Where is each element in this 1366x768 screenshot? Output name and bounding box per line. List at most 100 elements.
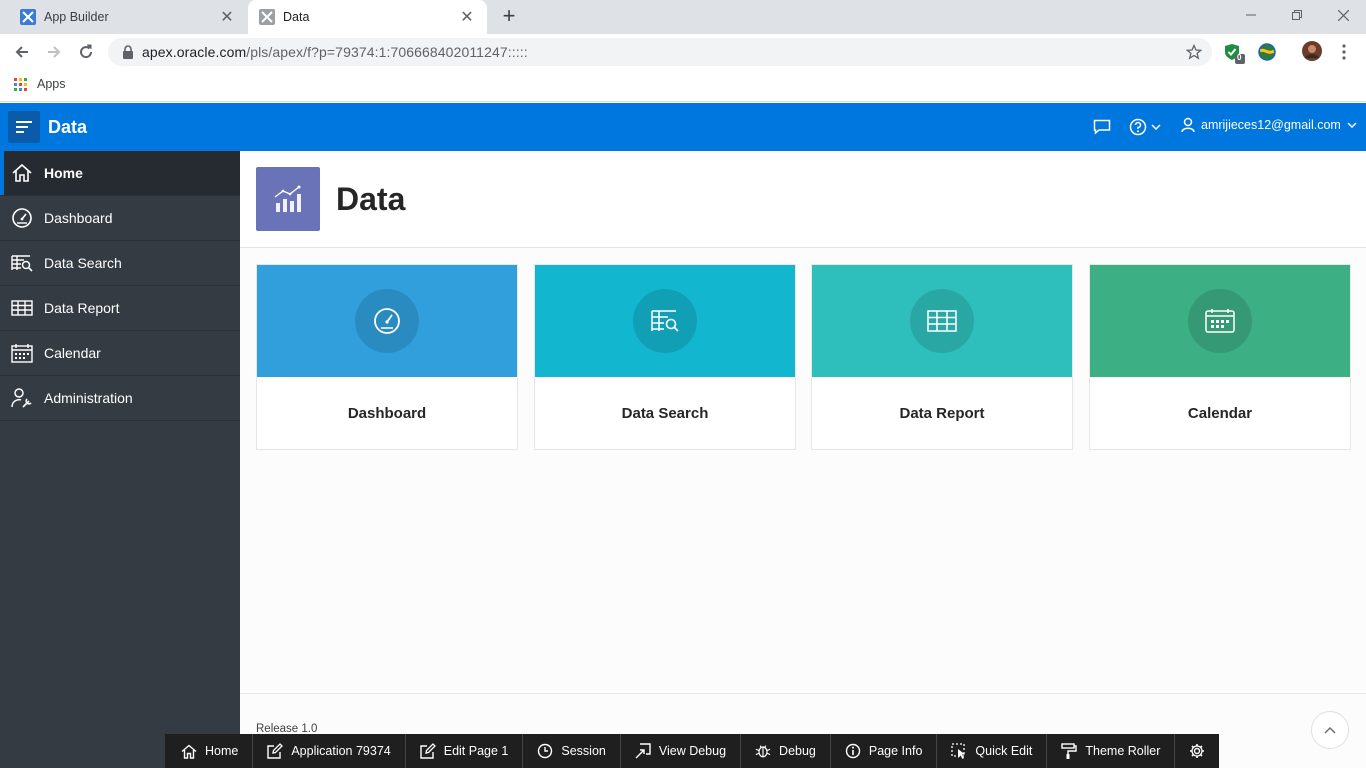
tab-data[interactable]: Data ✕ — [248, 0, 487, 34]
dev-edit-page-button[interactable]: Edit Page 1 — [406, 734, 524, 768]
extension-badge: 0 — [1237, 53, 1242, 62]
card-banner — [535, 265, 795, 377]
scroll-to-top-button[interactable] — [1311, 711, 1349, 749]
main-content: Data Dashboard Data Search Data Report C… — [240, 151, 1366, 768]
clock-icon — [537, 743, 553, 759]
user-icon — [1181, 117, 1195, 133]
hamburger-icon — [16, 121, 32, 133]
new-tab-button[interactable]: + — [498, 5, 520, 27]
dev-view-debug-button[interactable]: View Debug — [621, 734, 742, 768]
card-data-report[interactable]: Data Report — [811, 264, 1073, 450]
card-banner — [812, 265, 1072, 377]
home-icon — [181, 743, 197, 759]
app-name[interactable]: Data — [48, 117, 87, 138]
tab-title: Data — [283, 10, 310, 24]
table-search-icon — [633, 289, 697, 353]
card-banner — [1090, 265, 1350, 377]
forward-icon[interactable] — [40, 38, 68, 66]
apps-label: Apps — [37, 77, 66, 91]
gear-icon — [1189, 743, 1205, 759]
user-menu-button[interactable]: amrijieces12@gmail.com — [1181, 117, 1357, 133]
home-icon — [11, 162, 33, 184]
chevron-down-icon — [1347, 122, 1357, 128]
card-dashboard[interactable]: Dashboard — [256, 264, 518, 450]
globe-extension-icon[interactable] — [1258, 43, 1278, 63]
paint-roller-icon — [1061, 743, 1078, 759]
dev-theme-roller-button[interactable]: Theme Roller — [1047, 734, 1176, 768]
sidebar-item-label: Data Report — [44, 300, 120, 316]
sidebar-item-administration[interactable]: Administration — [0, 376, 240, 421]
bookmark-star-icon[interactable] — [1185, 43, 1203, 63]
sidebar-item-label: Calendar — [44, 345, 101, 361]
info-icon — [845, 743, 861, 759]
cursor-select-icon — [951, 743, 967, 759]
edit-icon — [267, 743, 284, 759]
card-label: Data Search — [621, 405, 709, 422]
dev-button-label: Application 79374 — [291, 744, 391, 758]
help-icon — [1129, 118, 1147, 136]
dev-button-label: Edit Page 1 — [443, 744, 509, 758]
feedback-icon[interactable] — [1093, 117, 1111, 137]
shield-extension-icon[interactable]: 0 — [1224, 43, 1245, 64]
sidebar-item-label: Data Search — [44, 255, 122, 271]
dev-button-label: Page Info — [868, 744, 923, 758]
hero-region: Data — [240, 151, 1366, 248]
sidebar-item-home[interactable]: Home — [0, 151, 240, 196]
user-email: amrijieces12@gmail.com — [1201, 118, 1341, 132]
card-label: Data Report — [899, 405, 985, 422]
url-text: apex.oracle.com/pls/apex/f?p=79374:1:706… — [142, 44, 528, 60]
reload-icon[interactable] — [72, 38, 100, 66]
back-icon[interactable] — [8, 38, 36, 66]
sidebar-nav: Home Dashboard Data Search Data Report C… — [0, 151, 240, 768]
app-header: Data amrijieces12@gmail.com — [0, 103, 1366, 151]
minimize-window-icon[interactable] — [1228, 0, 1274, 30]
app-builder-favicon-icon — [20, 9, 36, 25]
user-wrench-icon — [11, 387, 33, 409]
sidebar-item-data-report[interactable]: Data Report — [0, 286, 240, 331]
dev-quick-edit-button[interactable]: Quick Edit — [937, 734, 1048, 768]
table-icon — [910, 289, 974, 353]
sidebar-item-data-search[interactable]: Data Search — [0, 241, 240, 286]
lock-icon — [120, 44, 136, 60]
dev-home-button[interactable]: Home — [165, 734, 254, 768]
bug-icon — [755, 743, 771, 759]
close-tab-icon[interactable]: ✕ — [459, 7, 475, 27]
dev-button-label: Quick Edit — [975, 744, 1033, 758]
view-debug-icon — [635, 743, 651, 759]
profile-avatar[interactable] — [1302, 41, 1322, 61]
browser-toolbar: apex.oracle.com/pls/apex/f?p=79374:1:706… — [0, 34, 1366, 70]
dev-button-label: Debug — [779, 744, 816, 758]
bookmarks-bar: Apps — [0, 70, 1366, 102]
menu-toggle-button[interactable] — [8, 111, 40, 143]
card-calendar[interactable]: Calendar — [1089, 264, 1351, 450]
address-bar[interactable]: apex.oracle.com/pls/apex/f?p=79374:1:706… — [108, 38, 1212, 66]
url-host: apex.oracle.com — [142, 44, 247, 60]
dev-button-label: Session — [561, 744, 606, 758]
browser-menu-icon[interactable] — [1330, 38, 1358, 66]
chevron-up-icon — [1324, 726, 1336, 734]
dev-page-info-button[interactable]: Page Info — [831, 734, 938, 768]
dev-button-label: View Debug — [658, 744, 727, 758]
dev-debug-button[interactable]: Debug — [741, 734, 831, 768]
gauge-icon — [11, 207, 33, 229]
sidebar-item-calendar[interactable]: Calendar — [0, 331, 240, 376]
dev-settings-button[interactable] — [1175, 734, 1219, 768]
data-favicon-icon — [259, 9, 275, 25]
tab-app-builder[interactable]: App Builder ✕ — [0, 0, 247, 34]
apps-bookmark[interactable]: Apps — [14, 77, 66, 91]
browser-tab-strip: App Builder ✕ Data ✕ + — [0, 0, 1366, 34]
gauge-icon — [355, 289, 419, 353]
calendar-icon — [11, 342, 33, 364]
close-tab-icon[interactable]: ✕ — [219, 7, 235, 27]
restore-window-icon[interactable] — [1274, 0, 1320, 30]
table-search-icon — [11, 252, 33, 274]
card-data-search[interactable]: Data Search — [534, 264, 796, 450]
calendar-icon — [1188, 289, 1252, 353]
dev-application-button[interactable]: Application 79374 — [253, 734, 406, 768]
help-menu-button[interactable] — [1129, 117, 1161, 137]
table-icon — [11, 297, 33, 319]
bar-chart-icon — [256, 167, 320, 231]
sidebar-item-dashboard[interactable]: Dashboard — [0, 196, 240, 241]
dev-session-button[interactable]: Session — [523, 734, 621, 768]
close-window-icon[interactable] — [1320, 0, 1366, 30]
